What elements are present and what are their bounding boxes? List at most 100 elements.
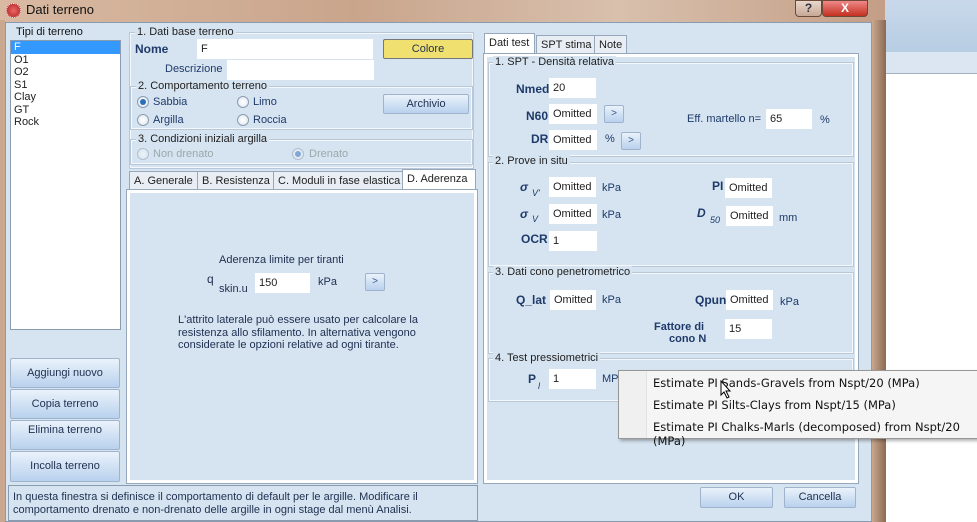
dr-input[interactable]: Omitted	[549, 130, 597, 150]
radio-label: Drenato	[309, 148, 349, 160]
radio-sabbia[interactable]	[137, 96, 149, 108]
tab-resistenza[interactable]: B. Resistenza	[197, 171, 275, 190]
soil-list[interactable]: F O1 O2 S1 Clay GT Rock	[10, 40, 121, 330]
tab-moduli[interactable]: C. Moduli in fase elastica	[273, 171, 406, 190]
list-item[interactable]: Clay	[11, 91, 120, 104]
ok-button[interactable]: OK	[700, 487, 773, 508]
color-button[interactable]: Colore	[383, 39, 473, 59]
list-item[interactable]: GT	[11, 104, 120, 117]
close-button[interactable]: X	[822, 0, 868, 17]
q-subscript: skin.u	[219, 283, 248, 295]
clay-title: 3. Condizioni iniziali argilla	[136, 133, 270, 145]
add-soil-button[interactable]: Aggiungi nuovo	[10, 358, 120, 388]
menu-item-sands-gravels[interactable]: Estimate PI Sands-Gravels from Nspt/20 (…	[653, 376, 920, 390]
q-arrow-button[interactable]: >	[365, 273, 385, 291]
soil-list-title: Tipi di terreno	[16, 26, 83, 38]
menu-item-chalks-marls[interactable]: Estimate PI Chalks-Marls (decomposed) fr…	[653, 420, 977, 448]
list-item[interactable]: O1	[11, 54, 120, 67]
pl-unit: MPa	[602, 373, 618, 385]
radio-label: Argilla	[153, 114, 184, 126]
ocr-label: OCR	[521, 232, 548, 246]
sigma-v-eff-label: σ	[520, 180, 528, 194]
copy-soil-button[interactable]: Copia terreno	[10, 389, 120, 419]
pl-input[interactable]: 1	[549, 369, 596, 389]
description-label: Descrizione	[165, 63, 223, 75]
pressure-title: 4. Test pressiometrici	[493, 352, 601, 364]
qpun-unit: kPa	[780, 296, 799, 308]
menu-item-silts-clays[interactable]: Estimate PI Silts-Clays from Nspt/15 (MP…	[653, 398, 896, 412]
list-item[interactable]: Rock	[11, 116, 120, 129]
tab-generale[interactable]: A. Generale	[129, 171, 198, 190]
ocr-input[interactable]: 1	[549, 231, 597, 251]
eff-label: Eff. martello n=	[687, 113, 762, 125]
sigma-v-input[interactable]: Omitted	[549, 204, 597, 224]
tab-dati-test[interactable]: Dati test	[484, 33, 535, 54]
cone-factor-label: Fattore di	[654, 321, 705, 333]
sigma-v-unit: kPa	[602, 209, 621, 221]
nmed-input[interactable]: 20	[549, 78, 596, 98]
sigma-v-eff-unit: kPa	[602, 182, 621, 194]
eff-input[interactable]: 65	[766, 109, 812, 129]
help-button[interactable]: ?	[795, 0, 822, 17]
q-label: q	[207, 272, 214, 286]
tab-aderenza[interactable]: D. Aderenza	[402, 169, 476, 190]
cancel-button[interactable]: Cancella	[784, 487, 856, 508]
name-label: Nome	[135, 42, 169, 56]
pi-input[interactable]: Omitted	[725, 178, 772, 198]
radio-non-drenato[interactable]	[137, 148, 149, 160]
adherence-title: Aderenza limite per tiranti	[219, 254, 344, 266]
cone-factor-input[interactable]: 15	[725, 319, 772, 339]
spt-title: 1. SPT - Densità relativa	[493, 56, 617, 68]
radio-roccia[interactable]	[237, 114, 249, 126]
list-item[interactable]: F	[11, 41, 120, 54]
mouse-cursor-icon	[720, 380, 732, 399]
adherence-note: L'attrito laterale può essere usato per …	[178, 314, 418, 351]
radio-label: Non drenato	[153, 148, 214, 160]
behavior-title: 2. Comportamento terreno	[136, 80, 270, 92]
d50-sub: 50	[710, 215, 721, 225]
pl-sub: l	[538, 381, 540, 391]
pi-label: PI	[712, 179, 724, 193]
d50-unit: mm	[779, 212, 798, 224]
paste-soil-button[interactable]: Incolla terreno	[10, 451, 120, 482]
sigma-v-eff-input[interactable]: Omitted	[549, 177, 596, 197]
window-title: Dati terreno	[26, 2, 94, 17]
list-item[interactable]: S1	[11, 79, 120, 92]
list-item[interactable]: O2	[11, 66, 120, 79]
dr-unit: %	[605, 133, 615, 145]
insitu-group	[488, 162, 854, 267]
nmed-label: Nmed	[516, 82, 550, 96]
qlat-input[interactable]: Omitted	[550, 290, 596, 310]
sigma-v-sub: V	[532, 214, 539, 224]
tab-note[interactable]: Note	[594, 35, 628, 54]
app-icon	[6, 3, 21, 18]
n60-label: N60	[526, 109, 549, 123]
radio-drenato[interactable]	[292, 148, 304, 160]
archive-button[interactable]: Archivio	[383, 94, 469, 114]
context-menu: Estimate PI Sands-Gravels from Nspt/20 (…	[618, 370, 977, 448]
radio-label: Limo	[253, 96, 277, 108]
qlat-label: Q_lat	[516, 293, 547, 307]
qpun-input[interactable]: Omitted	[726, 290, 773, 310]
pl-label: P	[528, 372, 537, 386]
base-data-title: 1. Dati base terreno	[135, 26, 236, 38]
tab-spt-stima[interactable]: SPT stima	[536, 35, 597, 54]
radio-label: Sabbia	[153, 96, 188, 108]
n60-input[interactable]: Omitted	[549, 104, 597, 124]
q-skin-input[interactable]: 150	[255, 273, 310, 293]
qlat-unit: kPa	[602, 294, 621, 306]
d50-input[interactable]: Omitted	[726, 206, 773, 226]
radio-limo[interactable]	[237, 96, 249, 108]
qpun-label: Qpun	[695, 293, 727, 307]
dr-label: DR	[531, 132, 549, 146]
delete-soil-button[interactable]: Elimina terreno	[10, 420, 120, 450]
cone-factor-label: cono N	[669, 333, 707, 345]
d50-label: D	[697, 206, 706, 220]
status-message: In questa finestra si definisce il compo…	[8, 485, 478, 521]
radio-argilla[interactable]	[137, 114, 149, 126]
description-input[interactable]	[227, 60, 374, 80]
dr-arrow-button[interactable]: >	[621, 132, 641, 150]
name-input[interactable]: F	[197, 39, 373, 59]
title-bar: Dati terreno ? X	[0, 0, 885, 24]
n60-arrow-button[interactable]: >	[604, 105, 624, 123]
